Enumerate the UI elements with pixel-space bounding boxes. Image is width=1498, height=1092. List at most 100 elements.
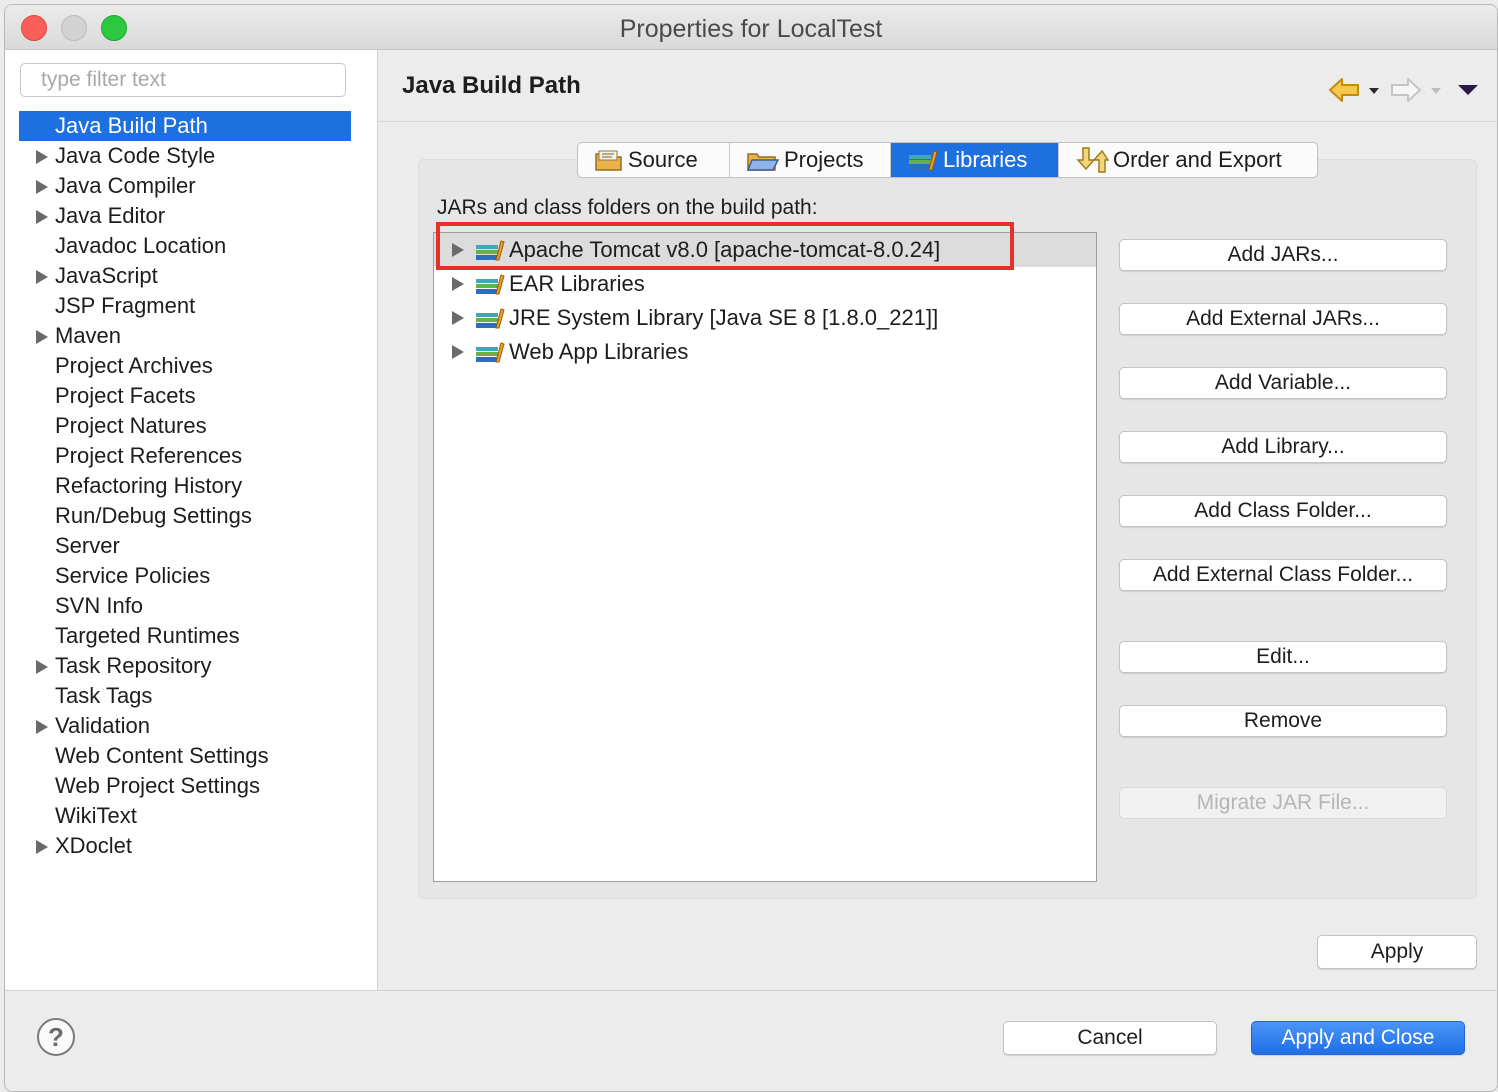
sidebar-item-run-debug-settings[interactable]: Run/Debug Settings — [19, 501, 351, 531]
expand-triangle-icon[interactable] — [452, 277, 464, 291]
back-arrow-icon[interactable] — [1328, 76, 1360, 104]
library-icon — [476, 342, 505, 363]
expand-triangle-icon[interactable] — [36, 720, 48, 734]
expand-triangle-icon[interactable] — [36, 150, 48, 164]
sidebar-item-server[interactable]: Server — [19, 531, 351, 561]
expand-triangle-icon[interactable] — [36, 210, 48, 224]
cancel-button[interactable]: Cancel — [1003, 1021, 1217, 1055]
sidebar-item-java-compiler[interactable]: Java Compiler — [19, 171, 351, 201]
sidebar-item-javascript[interactable]: JavaScript — [19, 261, 351, 291]
library-row-web-app-libraries[interactable]: Web App Libraries — [434, 335, 1096, 369]
footer-separator — [5, 990, 1497, 991]
sidebar-item-label: Service Policies — [55, 563, 211, 588]
sidebar-item-task-repository[interactable]: Task Repository — [19, 651, 351, 681]
library-label: EAR Libraries — [509, 271, 645, 296]
sidebar-item-web-content-settings[interactable]: Web Content Settings — [19, 741, 351, 771]
sidebar-item-label: Javadoc Location — [55, 233, 227, 258]
sidebar-item-project-facets[interactable]: Project Facets — [19, 381, 351, 411]
library-tree[interactable]: Apache Tomcat v8.0 [apache-tomcat-8.0.24… — [433, 232, 1097, 882]
property-pages-sidebar: Java Build Path Java Code Style Java Com… — [5, 50, 378, 990]
tab-label: Libraries — [943, 147, 1028, 172]
add-external-class-folder-button[interactable]: Add External Class Folder... — [1119, 559, 1447, 591]
apply-and-close-button[interactable]: Apply and Close — [1251, 1021, 1465, 1055]
library-label: JRE System Library [Java SE 8 [1.8.0_221… — [509, 305, 939, 330]
library-label: Web App Libraries — [509, 339, 689, 364]
sidebar-item-jsp-fragment[interactable]: JSP Fragment — [19, 291, 351, 321]
expand-triangle-icon[interactable] — [36, 270, 48, 284]
sidebar-item-validation[interactable]: Validation — [19, 711, 351, 741]
expand-triangle-icon[interactable] — [36, 330, 48, 344]
sidebar-item-label: Java Build Path — [55, 113, 208, 138]
sidebar-item-service-policies[interactable]: Service Policies — [19, 561, 351, 591]
sidebar-item-javadoc-location[interactable]: Javadoc Location — [19, 231, 351, 261]
add-variable-button[interactable]: Add Variable... — [1119, 367, 1447, 399]
help-icon[interactable]: ? — [37, 1018, 75, 1056]
expand-triangle-icon[interactable] — [36, 180, 48, 194]
apply-button[interactable]: Apply — [1317, 935, 1477, 969]
sidebar-item-task-tags[interactable]: Task Tags — [19, 681, 351, 711]
sidebar-item-wikitext[interactable]: WikiText — [19, 801, 351, 831]
filter-input[interactable] — [20, 63, 346, 97]
expand-triangle-icon[interactable] — [452, 311, 464, 325]
migrate-jar-button: Migrate JAR File... — [1119, 787, 1447, 819]
library-icon — [476, 274, 505, 295]
library-row-ear-libraries[interactable]: EAR Libraries — [434, 267, 1096, 301]
sidebar-item-label: Project Archives — [55, 353, 213, 378]
add-jars-button[interactable]: Add JARs... — [1119, 239, 1447, 271]
library-row-jre-system-library[interactable]: JRE System Library [Java SE 8 [1.8.0_221… — [434, 301, 1096, 335]
library-icon — [476, 308, 505, 329]
sidebar-item-refactoring-history[interactable]: Refactoring History — [19, 471, 351, 501]
view-menu-icon[interactable] — [1456, 76, 1480, 104]
sidebar-item-label: Project Facets — [55, 383, 196, 408]
sidebar-item-project-references[interactable]: Project References — [19, 441, 351, 471]
tab-source[interactable]: Source — [578, 143, 730, 177]
expand-triangle-icon[interactable] — [36, 660, 48, 674]
sidebar-item-svn-info[interactable]: SVN Info — [19, 591, 351, 621]
sidebar-item-xdoclet[interactable]: XDoclet — [19, 831, 351, 861]
sidebar-item-java-build-path[interactable]: Java Build Path — [19, 111, 351, 141]
sidebar-item-label: SVN Info — [55, 593, 144, 618]
expand-triangle-icon[interactable] — [36, 840, 48, 854]
libraries-icon — [909, 150, 938, 171]
sidebar-item-java-code-style[interactable]: Java Code Style — [19, 141, 351, 171]
tab-label: Order and Export — [1113, 147, 1282, 172]
remove-button[interactable]: Remove — [1119, 705, 1447, 737]
sidebar-item-java-editor[interactable]: Java Editor — [19, 201, 351, 231]
window-title: Properties for LocalTest — [619, 15, 883, 43]
sidebar-item-label: WikiText — [55, 803, 137, 828]
sidebar-item-label: Task Repository — [55, 653, 212, 678]
tab-projects[interactable]: Projects — [730, 143, 891, 177]
sidebar-item-label: Run/Debug Settings — [55, 503, 252, 528]
source-folder-icon — [595, 150, 622, 171]
sidebar-item-label: Validation — [55, 713, 150, 738]
sidebar-item-maven[interactable]: Maven — [19, 321, 351, 351]
expand-triangle-icon[interactable] — [452, 345, 464, 359]
sidebar-item-label: JavaScript — [55, 263, 158, 288]
sidebar-item-label: Task Tags — [55, 683, 153, 708]
sidebar-item-label: Server — [55, 533, 120, 558]
sidebar-item-label: Refactoring History — [55, 473, 243, 498]
add-library-button[interactable]: Add Library... — [1119, 431, 1447, 463]
property-page-main: Java Build Path Source Projects Librarie… — [378, 50, 1497, 990]
add-class-folder-button[interactable]: Add Class Folder... — [1119, 495, 1447, 527]
sidebar-item-web-project-settings[interactable]: Web Project Settings — [19, 771, 351, 801]
tab-libraries[interactable]: Libraries — [891, 143, 1059, 177]
build-path-tabs: Source Projects Libraries Order and Expo… — [577, 142, 1318, 178]
sidebar-item-project-natures[interactable]: Project Natures — [19, 411, 351, 441]
sidebar-item-label: Maven — [55, 323, 122, 348]
sidebar-item-label: XDoclet — [55, 833, 133, 858]
sidebar-item-label: Web Content Settings — [55, 743, 269, 768]
sidebar-item-label: Java Compiler — [55, 173, 196, 198]
projects-folder-icon — [746, 153, 780, 171]
sidebar-item-project-archives[interactable]: Project Archives — [19, 351, 351, 381]
add-external-jars-button[interactable]: Add External JARs... — [1119, 303, 1447, 335]
tab-label: Source — [628, 147, 698, 172]
edit-button[interactable]: Edit... — [1119, 641, 1447, 673]
sidebar-item-label: Project Natures — [55, 413, 207, 438]
sidebar-item-targeted-runtimes[interactable]: Targeted Runtimes — [19, 621, 351, 651]
sidebar-item-label: Java Code Style — [55, 143, 216, 168]
sidebar-item-label: Project References — [55, 443, 243, 468]
property-pages-tree: Java Build Path Java Code Style Java Com… — [19, 111, 351, 861]
tab-order-and-export[interactable]: Order and Export — [1059, 143, 1317, 177]
back-dropdown-chevron-icon[interactable] — [1366, 76, 1382, 104]
